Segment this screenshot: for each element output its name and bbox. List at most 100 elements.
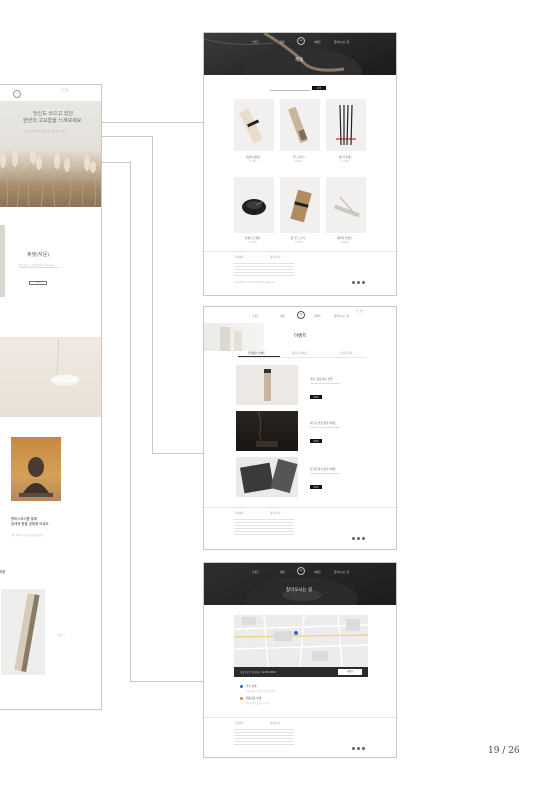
event-footer-divider bbox=[204, 507, 396, 508]
youtube-icon[interactable] bbox=[357, 537, 360, 540]
map-directions-button[interactable]: 길찾기 bbox=[338, 669, 362, 675]
product-price-4: 22,000 bbox=[249, 241, 257, 244]
event-nav-products[interactable]: 제품 bbox=[280, 314, 285, 318]
connector-line bbox=[130, 162, 131, 681]
product-2-illustration bbox=[288, 106, 308, 144]
location-map[interactable] bbox=[234, 615, 368, 667]
youtube-icon[interactable] bbox=[357, 747, 360, 750]
location-nav-event[interactable]: 이벤트 bbox=[314, 570, 321, 574]
instagram-icon[interactable] bbox=[352, 281, 355, 284]
incense-bowl-image bbox=[0, 337, 101, 417]
connector-line bbox=[102, 122, 203, 123]
address-pin-icon bbox=[240, 685, 243, 688]
product-nav-products[interactable]: 제품 bbox=[280, 40, 285, 44]
page-number: 19 / 26 bbox=[488, 746, 520, 756]
feature-subtext: 향의 역사와 이야기를 전해드립니다 bbox=[11, 534, 44, 537]
transit-icon bbox=[240, 697, 243, 700]
event-footer-col-1: 고객센터 bbox=[234, 512, 244, 515]
location-footer-textlines bbox=[234, 729, 294, 745]
product-card-6-image[interactable] bbox=[326, 177, 366, 233]
product-footer-col-2: 회사소개 bbox=[270, 256, 280, 259]
event-tab-ended[interactable]: 종료된 이벤트 bbox=[292, 351, 307, 355]
location-nav-brand[interactable]: 브랜드 bbox=[252, 570, 259, 574]
product-header-banner: IMK 브랜드 제품 이벤트 찾아오시는 길 제품 bbox=[204, 33, 396, 75]
incense-box-image bbox=[1, 589, 45, 675]
product-nav-brand[interactable]: 브랜드 bbox=[252, 40, 259, 44]
connector-line bbox=[102, 136, 152, 137]
location-page-title: 찾아오시는 길 bbox=[286, 588, 313, 593]
product-logo[interactable]: IMK bbox=[297, 37, 305, 45]
product-nav-location[interactable]: 찾아오시는 길 bbox=[334, 40, 349, 44]
location-nav-products[interactable]: 제품 bbox=[280, 570, 285, 574]
address-label: 주소 안내 bbox=[246, 685, 257, 688]
product-footer-textlines bbox=[234, 263, 294, 277]
location-logo[interactable]: IMK bbox=[297, 567, 305, 575]
event-page-title: 이벤트 bbox=[294, 334, 307, 339]
event-1-illustration bbox=[264, 369, 271, 401]
product-card-1-image[interactable] bbox=[234, 99, 274, 151]
product-card-3-image[interactable] bbox=[326, 99, 366, 151]
main-top-links[interactable]: 로그인 bbox=[61, 88, 68, 92]
product-price-1: 15,000 bbox=[249, 160, 257, 163]
facebook-icon[interactable] bbox=[362, 281, 365, 284]
incense-bowl-illustration bbox=[51, 337, 79, 386]
product-name-4: 인센스 트레이 bbox=[245, 237, 261, 240]
location-nav-location[interactable]: 찾아오시는 길 bbox=[334, 570, 349, 574]
section-more-button[interactable]: 더보기 bbox=[29, 281, 47, 285]
product-name-1: 인센스(향봉) bbox=[246, 156, 260, 159]
product-name-2: 우드(나무) bbox=[293, 156, 305, 159]
incense-box-illustration bbox=[14, 593, 40, 672]
event-tab-ongoing[interactable]: 진행중인 이벤트 bbox=[248, 351, 266, 355]
event-image-3[interactable] bbox=[236, 457, 298, 497]
event-nav-event[interactable]: 이벤트 bbox=[314, 314, 321, 318]
event-tab-divider bbox=[238, 357, 366, 358]
event-button-2[interactable]: 자세히 bbox=[310, 439, 322, 443]
event-page-frame: 로그인 브랜드 제품 IMK 이벤트 찾아오시는 길 이벤트 진행중인 이벤트 … bbox=[203, 306, 397, 550]
feature-text: 향피스토리를 통해 잠재적 향을 경험해 보세요. bbox=[11, 517, 50, 526]
event-desc-1 bbox=[310, 383, 340, 384]
instagram-icon[interactable] bbox=[352, 747, 355, 750]
section-more-button-label: 더보기 bbox=[35, 282, 41, 284]
hero-subtext: 향기로운 하루의 시작과 끝, 나를 위한 작은 쉼 bbox=[25, 130, 67, 133]
hero-heading: 당신도 쓰으고 있던 현안의 고요함을 느껴보세요. bbox=[23, 111, 83, 124]
event-button-3[interactable]: 자세히 bbox=[310, 485, 322, 489]
event-logo[interactable]: IMK bbox=[297, 311, 305, 319]
event-button-1[interactable]: 자세히 bbox=[310, 395, 322, 399]
location-header-banner: IMK 브랜드 제품 이벤트 찾아오시는 길 찾아오시는 길 bbox=[204, 563, 396, 621]
instagram-icon[interactable] bbox=[352, 537, 355, 540]
map-info-text: 서울 종로구 인사동길 · 02-000-0000 bbox=[240, 671, 276, 674]
product-search-underline bbox=[270, 90, 310, 91]
transit-text: 안국역 6번 출구 도보 5분 bbox=[246, 702, 270, 705]
event-nav-location[interactable]: 찾아오시는 길 bbox=[334, 314, 349, 318]
product-name-5: 향 우드 스틱 bbox=[291, 237, 305, 240]
location-footer-col-2: 회사소개 bbox=[270, 722, 280, 725]
product-1-illustration bbox=[239, 108, 263, 144]
facebook-icon[interactable] bbox=[362, 747, 365, 750]
event-image-1[interactable] bbox=[236, 365, 298, 405]
product-card-5-image[interactable] bbox=[280, 177, 320, 233]
section-side-image bbox=[0, 225, 5, 297]
product-nav-event[interactable]: 이벤트 bbox=[314, 40, 321, 44]
youtube-icon[interactable] bbox=[357, 281, 360, 284]
event-desc-3 bbox=[310, 473, 340, 474]
side-more-link[interactable]: 더보기 > bbox=[57, 633, 66, 637]
event-desc-2 bbox=[310, 427, 340, 428]
event-nav-brand[interactable]: 브랜드 bbox=[252, 314, 259, 318]
product-price-6: 25,000 bbox=[341, 241, 349, 244]
product-6-illustration bbox=[334, 196, 360, 218]
product-footer-divider bbox=[204, 251, 396, 252]
event-top-links[interactable]: 로그인 bbox=[356, 309, 363, 313]
event-image-2[interactable] bbox=[236, 410, 298, 451]
event-title-3: 당신의 향기 찾기 이벤트 bbox=[310, 468, 337, 471]
product-search-button[interactable]: 검색 bbox=[312, 86, 326, 90]
facebook-icon[interactable] bbox=[362, 537, 365, 540]
product-page-frame: IMK 브랜드 제품 이벤트 찾아오시는 길 제품 검색 인센스(향봉) 15,… bbox=[203, 32, 397, 296]
location-footer-col-1: 고객센터 bbox=[234, 722, 244, 725]
product-card-4-image[interactable] bbox=[234, 177, 274, 233]
product-3-illustration bbox=[336, 104, 356, 146]
event-tab-winners[interactable]: 당첨자 발표 bbox=[340, 351, 353, 355]
buddha-image bbox=[11, 437, 61, 501]
product-price-3: 12,000 bbox=[341, 160, 349, 163]
product-card-2-image[interactable] bbox=[280, 99, 320, 151]
event-3-illustration bbox=[239, 458, 298, 494]
